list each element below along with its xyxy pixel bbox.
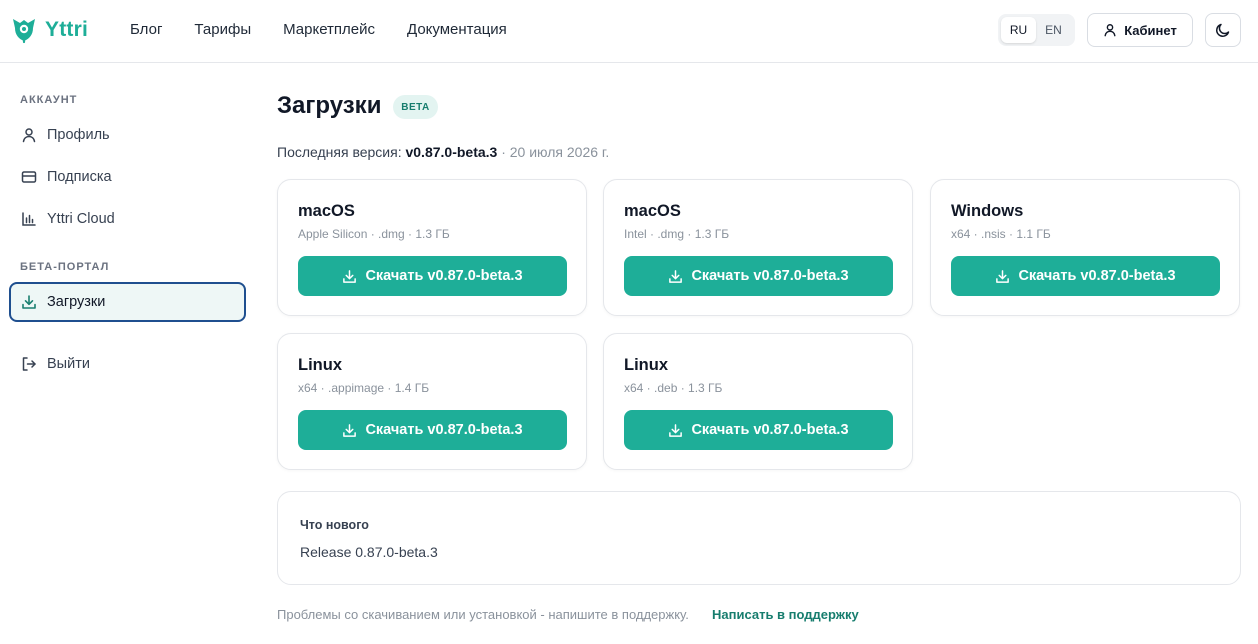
download-button-windows[interactable]: Скачать v0.87.0-beta.3 xyxy=(951,256,1220,296)
card-meta: x64 · .nsis · 1.1 ГБ xyxy=(951,227,1051,241)
sidebar-item-label: Подписка xyxy=(47,169,112,185)
card-meta: x64 · .appimage · 1.4 ГБ xyxy=(298,381,430,395)
latest-version-value: v0.87.0-beta.3 xyxy=(405,144,498,160)
download-card-windows: Windows x64 · .nsis · 1.1 ГБ Скачать v0.… xyxy=(930,179,1240,316)
sidebar-heading-account: АККАУНТ xyxy=(20,94,78,106)
card-meta: Intel · .dmg · 1.3 ГБ xyxy=(624,227,730,241)
download-icon xyxy=(343,269,357,283)
sidebar-item-label: Профиль xyxy=(47,127,110,143)
theme-toggle-button[interactable] xyxy=(1205,13,1241,47)
card-os-name: Windows xyxy=(951,202,1024,220)
sidebar-item-label: Yttri Cloud xyxy=(47,211,115,227)
download-icon xyxy=(669,423,683,437)
user-icon xyxy=(1104,24,1116,37)
download-button-macos-intel[interactable]: Скачать v0.87.0-beta.3 xyxy=(624,256,893,296)
latest-version-date: · 20 июля 2026 г. xyxy=(501,144,610,160)
page-title: Загрузки xyxy=(277,92,382,119)
download-button-label: Скачать v0.87.0-beta.3 xyxy=(365,422,523,438)
sidebar-item-subscription[interactable]: Подписка xyxy=(9,157,246,197)
whats-new-body: Release 0.87.0-beta.3 xyxy=(300,544,438,560)
shield-leaf-icon xyxy=(13,19,35,44)
download-button-linux-appimage[interactable]: Скачать v0.87.0-beta.3 xyxy=(298,410,567,450)
main-nav: Блог Тарифы Маркетплейс Документация xyxy=(130,20,539,40)
card-meta: x64 · .deb · 1.3 ГБ xyxy=(624,381,723,395)
support-note: Проблемы со скачиванием или установкой -… xyxy=(277,607,689,622)
logout-icon xyxy=(22,357,36,371)
whats-new-title: Что нового xyxy=(300,518,369,532)
sidebar-heading-beta: БЕТА-ПОРТАЛ xyxy=(20,261,110,273)
cabinet-button[interactable]: Кабинет xyxy=(1087,13,1193,47)
lang-option-ru[interactable]: RU xyxy=(1001,17,1036,43)
download-button-label: Скачать v0.87.0-beta.3 xyxy=(1018,268,1176,284)
card-os-name: Linux xyxy=(624,356,668,374)
sidebar: АККАУНТ Профиль Подписка Yttri Cloud БЕТ… xyxy=(0,63,260,644)
download-card-macos-arm: macOS Apple Silicon · .dmg · 1.3 ГБ Скач… xyxy=(277,179,587,316)
download-card-linux-deb: Linux x64 · .deb · 1.3 ГБ Скачать v0.87.… xyxy=(603,333,913,470)
card-os-name: macOS xyxy=(298,202,355,220)
bar-chart-icon xyxy=(22,212,36,226)
sidebar-item-label: Выйти xyxy=(47,356,90,372)
latest-version-label: Последняя версия: xyxy=(277,144,402,160)
download-button-label: Скачать v0.87.0-beta.3 xyxy=(365,268,523,284)
language-switcher: RU EN xyxy=(998,14,1075,46)
sidebar-item-logout[interactable]: Выйти xyxy=(9,344,246,384)
cabinet-label: Кабинет xyxy=(1124,22,1177,38)
user-icon xyxy=(22,128,36,143)
beta-badge: BETA xyxy=(393,95,438,119)
download-button-label: Скачать v0.87.0-beta.3 xyxy=(691,422,849,438)
nav-link-pricing[interactable]: Тарифы xyxy=(194,20,251,40)
nav-link-docs[interactable]: Документация xyxy=(407,20,507,40)
support-link[interactable]: Написать в поддержку xyxy=(712,607,859,622)
brand-logo[interactable]: Yttri xyxy=(9,14,88,46)
download-icon xyxy=(996,269,1010,283)
sidebar-item-label: Загрузки xyxy=(47,294,106,310)
card-meta: Apple Silicon · .dmg · 1.3 ГБ xyxy=(298,227,450,241)
whats-new-card: Что нового Release 0.87.0-beta.3 xyxy=(277,491,1241,585)
nav-link-blog[interactable]: Блог xyxy=(130,20,162,40)
download-icon xyxy=(343,423,357,437)
credit-card-icon xyxy=(21,171,37,183)
card-os-name: macOS xyxy=(624,202,681,220)
download-card-linux-appimage: Linux x64 · .appimage · 1.4 ГБ Скачать v… xyxy=(277,333,587,470)
download-card-macos-intel: macOS Intel · .dmg · 1.3 ГБ Скачать v0.8… xyxy=(603,179,913,316)
moon-icon xyxy=(1216,23,1230,37)
latest-version-line: Последняя версия: v0.87.0-beta.3 · 20 ию… xyxy=(277,144,609,160)
download-icon xyxy=(669,269,683,283)
lang-option-en[interactable]: EN xyxy=(1036,17,1071,43)
card-os-name: Linux xyxy=(298,356,342,374)
top-header: Yttri Блог Тарифы Маркетплейс Документац… xyxy=(0,0,1258,63)
sidebar-item-profile[interactable]: Профиль xyxy=(9,115,246,155)
download-button-label: Скачать v0.87.0-beta.3 xyxy=(691,268,849,284)
sidebar-item-downloads[interactable]: Загрузки xyxy=(9,282,246,322)
nav-link-marketplace[interactable]: Маркетплейс xyxy=(283,20,375,40)
download-button-linux-deb[interactable]: Скачать v0.87.0-beta.3 xyxy=(624,410,893,450)
brand-name: Yttri xyxy=(45,18,88,41)
download-icon xyxy=(22,295,36,309)
download-button-macos-arm[interactable]: Скачать v0.87.0-beta.3 xyxy=(298,256,567,296)
sidebar-item-yttri-cloud[interactable]: Yttri Cloud xyxy=(9,199,246,239)
